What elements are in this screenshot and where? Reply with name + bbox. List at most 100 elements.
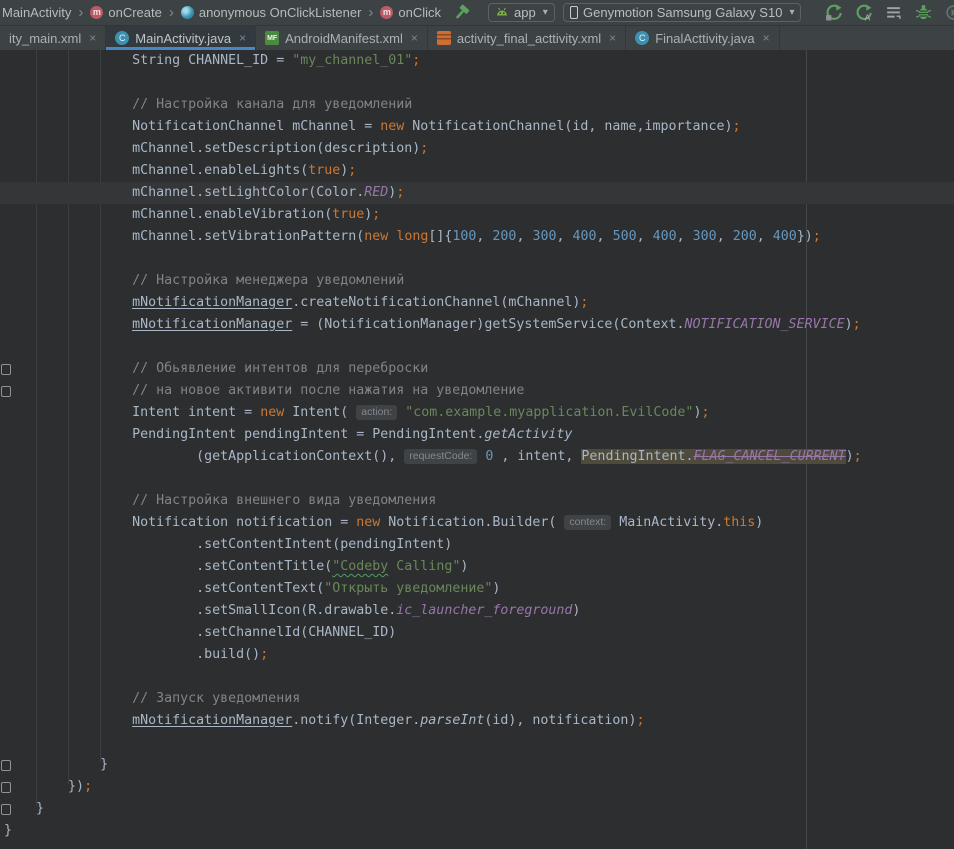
close-icon[interactable]: ×	[89, 31, 96, 45]
code-line[interactable]	[0, 468, 954, 490]
breadcrumb-separator: ›	[169, 4, 174, 21]
code-token: MainActivity.	[611, 515, 723, 530]
code-token: ;	[853, 317, 861, 332]
code-line[interactable]: // Настройка внешнего вида уведомления	[0, 490, 954, 512]
code-token: mChannel.setLightColor(Color.	[132, 185, 364, 200]
code-line[interactable]: // на новое активити после нажатия на ув…	[0, 380, 954, 402]
code-line[interactable]	[0, 248, 954, 270]
tab-label: MainActivity.java	[135, 31, 231, 46]
code-line[interactable]: (getApplicationContext(), requestCode: 0…	[0, 446, 954, 468]
code-line[interactable]: .setChannelId(CHANNEL_ID)	[0, 622, 954, 644]
code-line[interactable]	[0, 732, 954, 754]
code-token: )	[492, 581, 500, 596]
code-token: 400	[653, 229, 677, 244]
close-icon[interactable]: ×	[411, 31, 418, 45]
code-line[interactable]: mNotificationManager.createNotificationC…	[0, 292, 954, 314]
close-icon[interactable]: ×	[763, 31, 770, 45]
device-selector[interactable]: Genymotion Samsung Galaxy S10 ▾	[563, 3, 801, 22]
close-icon[interactable]: ×	[239, 31, 246, 45]
fold-marker-icon[interactable]	[1, 386, 11, 397]
code-line[interactable]: .setSmallIcon(R.drawable.ic_launcher_for…	[0, 600, 954, 622]
apply-changes-restart-icon[interactable]	[824, 4, 842, 22]
breadcrumb-item-oncreate[interactable]: monCreate	[90, 5, 161, 20]
code-token: .setSmallIcon(R.drawable.	[196, 603, 396, 618]
code-token: // Запуск уведомления	[132, 691, 300, 706]
code-token: )	[572, 603, 580, 618]
code-line[interactable]: }	[0, 820, 954, 842]
code-line[interactable]: // Настройка канала для уведомлений	[0, 94, 954, 116]
tab-finalacttivity-java[interactable]: CFinalActtivity.java×	[626, 26, 779, 50]
code-token: ,	[516, 229, 532, 244]
code-line[interactable]: .setContentText("Открыть уведомление")	[0, 578, 954, 600]
code-token: .setContentText(	[196, 581, 324, 596]
code-line[interactable]: }	[0, 754, 954, 776]
code-token: })	[797, 229, 813, 244]
code-line[interactable]: .setContentIntent(pendingIntent)	[0, 534, 954, 556]
code-token: }	[36, 801, 44, 816]
code-line[interactable]: NotificationChannel mChannel = new Notif…	[0, 116, 954, 138]
code-token: mChannel.setVibrationPattern(	[132, 229, 364, 244]
code-area: String CHANNEL_ID = "my_channel_01"; // …	[0, 50, 954, 842]
code-line[interactable]: mChannel.setVibrationPattern(new long[]{…	[0, 226, 954, 248]
code-line[interactable]: .setContentTitle("Codeby Calling")	[0, 556, 954, 578]
build-hammer-icon[interactable]	[452, 4, 470, 22]
tab-activity-final-acttivity-xml[interactable]: activity_final_acttivity.xml×	[428, 26, 626, 50]
code-line[interactable]: // Настройка менеджера уведомлений	[0, 270, 954, 292]
code-line[interactable]: mChannel.setDescription(description);	[0, 138, 954, 160]
debug-bug-icon[interactable]	[914, 4, 932, 22]
code-line[interactable]: mNotificationManager = (NotificationMana…	[0, 314, 954, 336]
run-configuration-select[interactable]: app ▾	[488, 3, 555, 22]
code-token: ,	[717, 229, 733, 244]
code-line[interactable]: });	[0, 776, 954, 798]
code-line[interactable]	[0, 666, 954, 688]
code-line[interactable]: mChannel.enableLights(true);	[0, 160, 954, 182]
device-phone-icon	[570, 6, 578, 19]
close-icon[interactable]: ×	[609, 31, 616, 45]
code-line[interactable]: PendingIntent pendingIntent = PendingInt…	[0, 424, 954, 446]
fold-marker-icon[interactable]	[1, 804, 11, 815]
code-token: new	[364, 229, 388, 244]
run-tasks-list-icon[interactable]	[884, 4, 902, 22]
tab-mainactivity-java[interactable]: CMainActivity.java×	[106, 26, 256, 50]
code-token: (getApplicationContext(),	[196, 449, 404, 464]
code-line[interactable]: mChannel.setLightColor(Color.RED);	[0, 182, 954, 204]
tab-androidmanifest-xml[interactable]: MFAndroidManifest.xml×	[256, 26, 428, 50]
breadcrumb-label: anonymous OnClickListener	[199, 5, 362, 20]
code-line[interactable]	[0, 336, 954, 358]
tab-ity-main-xml[interactable]: ity_main.xml ×	[0, 26, 106, 50]
code-line[interactable]: mNotificationManager.notify(Integer.pars…	[0, 710, 954, 732]
fold-marker-icon[interactable]	[1, 364, 11, 375]
breadcrumb-label: onCreate	[108, 5, 161, 20]
code-line[interactable]: Intent intent = new Intent( action: "com…	[0, 402, 954, 424]
code-line[interactable]: Notification notification = new Notifica…	[0, 512, 954, 534]
profiler-icon[interactable]	[944, 4, 954, 22]
build-project-button[interactable]	[452, 0, 470, 25]
fold-marker-icon[interactable]	[1, 782, 11, 793]
code-line[interactable]: mChannel.enableVibration(true);	[0, 204, 954, 226]
code-token: mChannel.enableLights(	[132, 163, 308, 178]
code-token: ;	[701, 405, 709, 420]
code-token: .setContentTitle(	[196, 559, 332, 574]
code-line[interactable]: }	[0, 798, 954, 820]
device-selector-label: Genymotion Samsung Galaxy S10	[583, 5, 782, 20]
editor[interactable]: String CHANNEL_ID = "my_channel_01"; // …	[0, 50, 954, 849]
breadcrumb-item-onclick[interactable]: monClick	[380, 5, 441, 20]
code-token: ;	[372, 207, 380, 222]
fold-marker-icon[interactable]	[1, 760, 11, 771]
tab-label: FinalActtivity.java	[655, 31, 754, 46]
breadcrumb-item-anonymous-onclicklistener[interactable]: anonymous OnClickListener	[181, 5, 362, 20]
code-token: ;	[420, 141, 428, 156]
code-token: long	[396, 229, 428, 244]
code-line[interactable]	[0, 72, 954, 94]
code-line[interactable]: // Запуск уведомления	[0, 688, 954, 710]
code-token: mNotificationManager	[132, 713, 292, 728]
apply-code-changes-icon[interactable]: A	[854, 4, 872, 22]
manifest-icon: MF	[265, 31, 279, 45]
code-line[interactable]: String CHANNEL_ID = "my_channel_01";	[0, 50, 954, 72]
code-line[interactable]: // Обьявление интентов для переброски	[0, 358, 954, 380]
breadcrumb-item-mainactivity[interactable]: MainActivity	[2, 5, 71, 20]
tab-label: ity_main.xml	[9, 31, 81, 46]
parameter-hint: requestCode:	[404, 449, 477, 464]
code-token: ;	[412, 53, 420, 68]
code-line[interactable]: .build();	[0, 644, 954, 666]
